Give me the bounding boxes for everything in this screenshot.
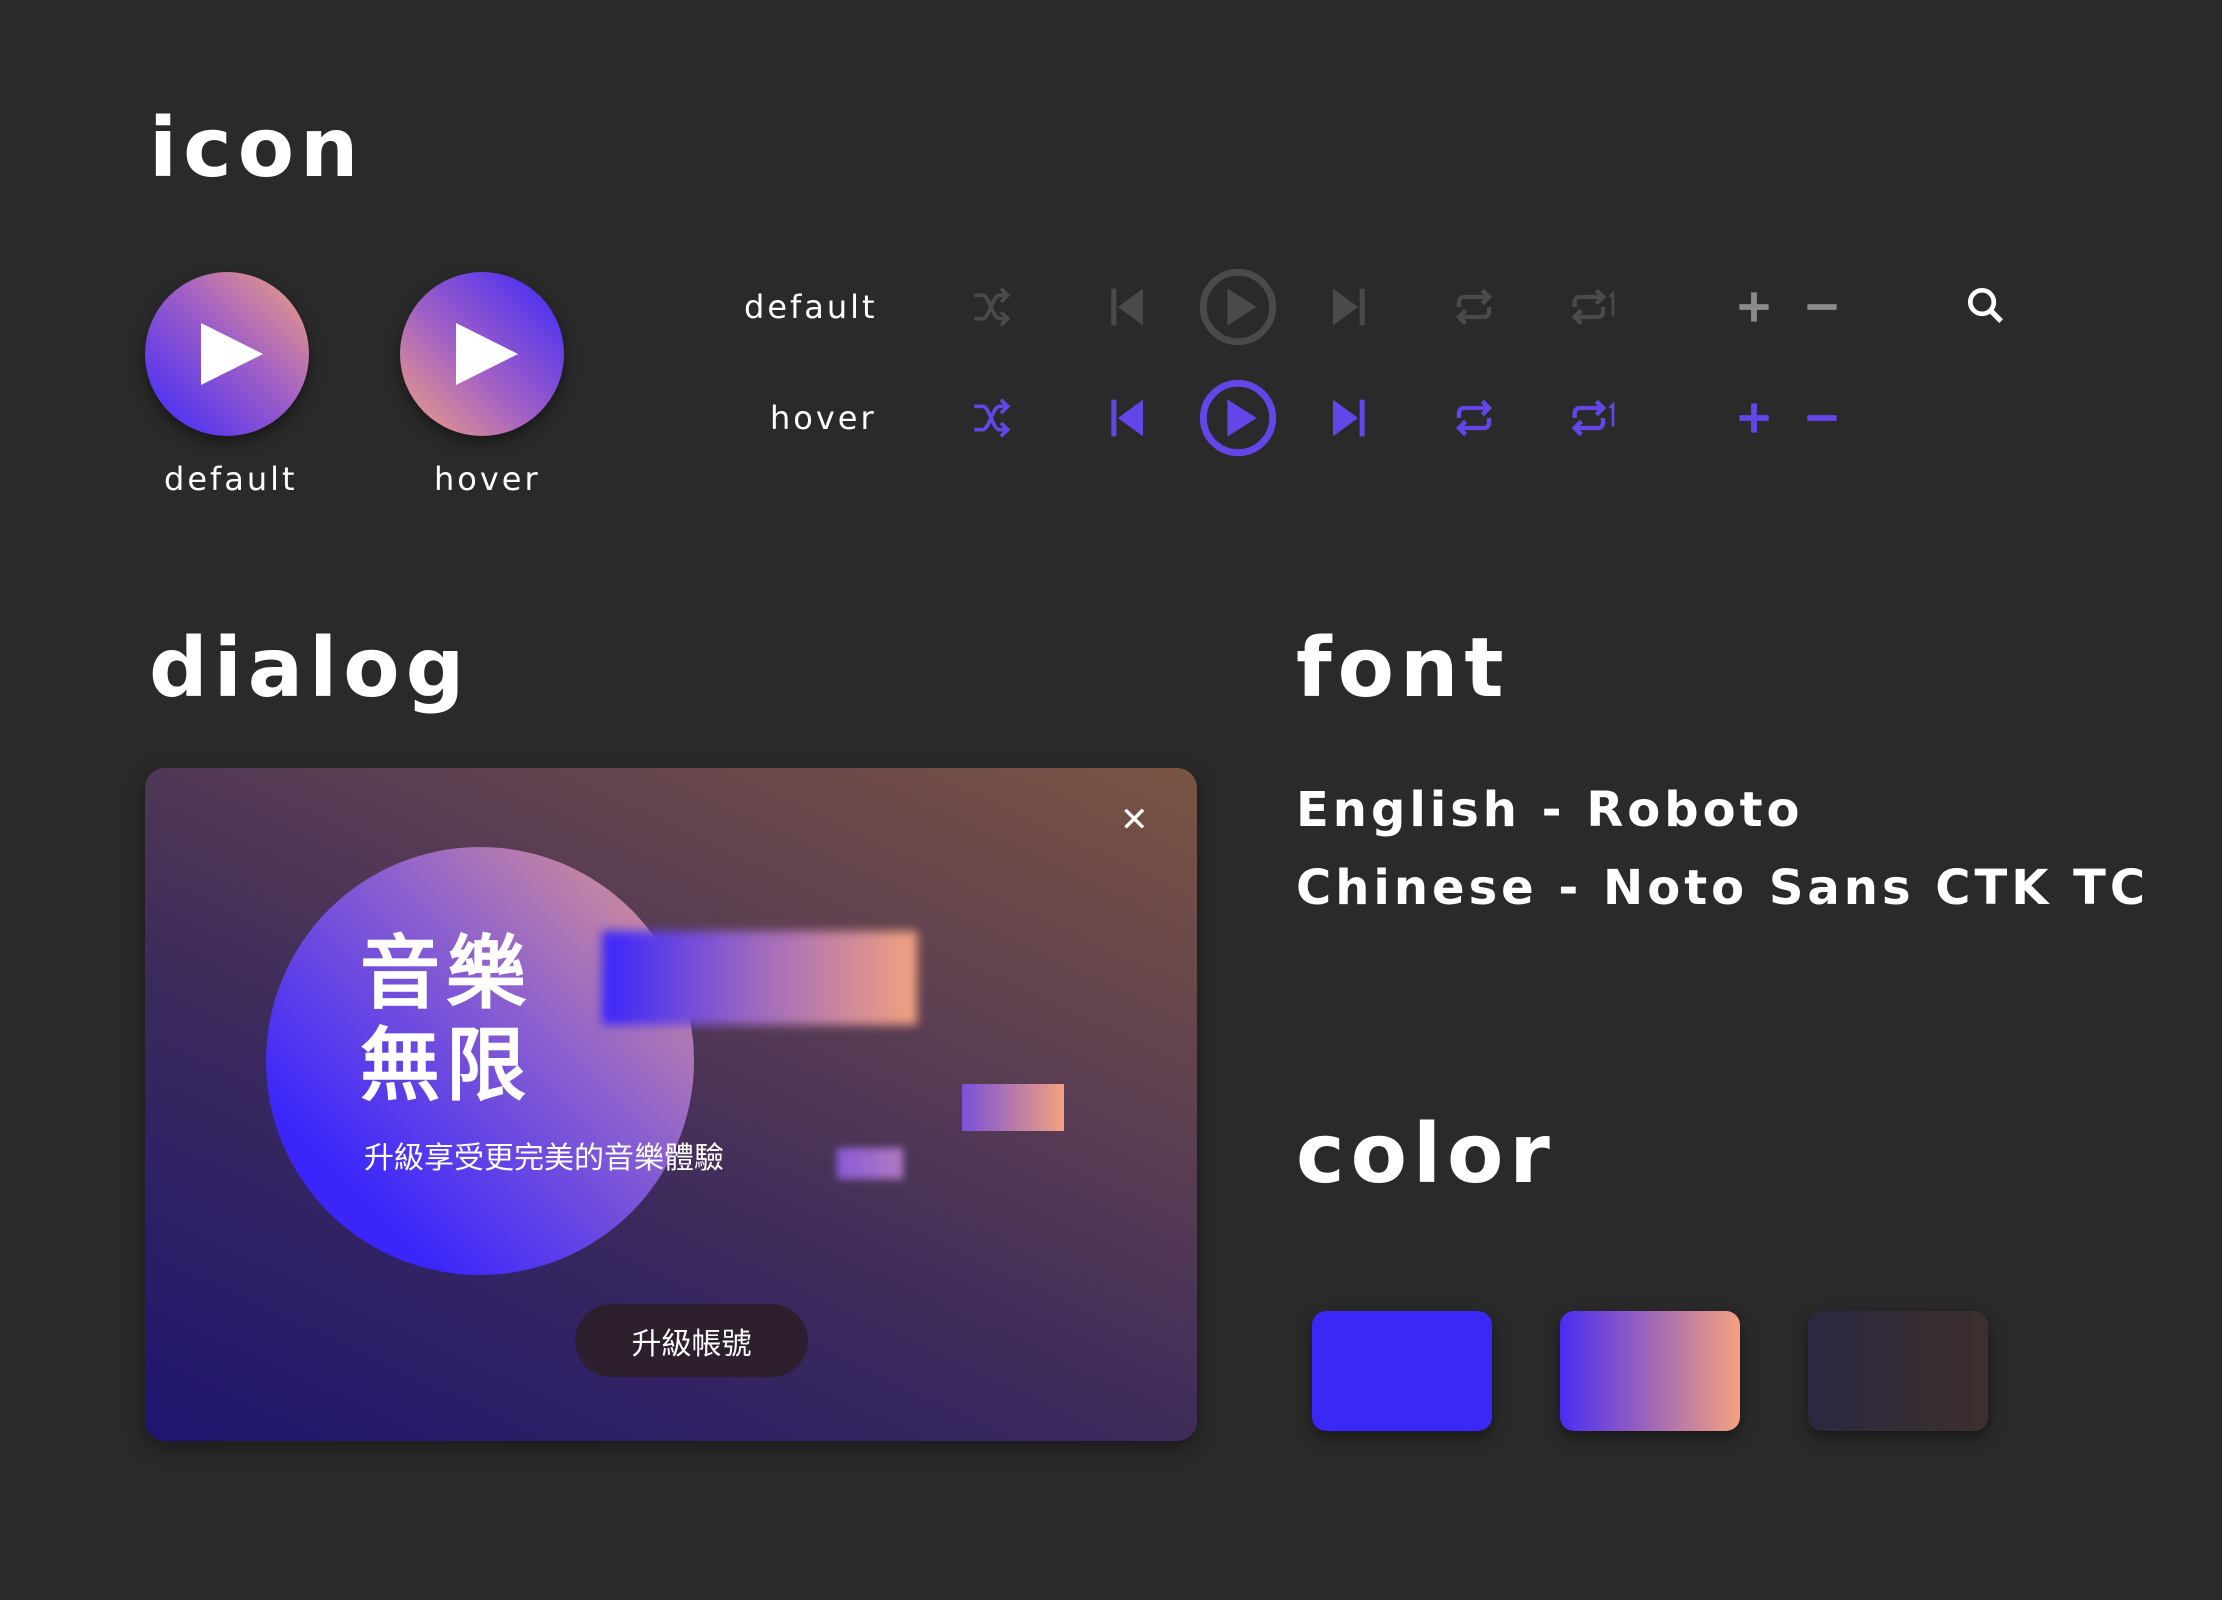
dialog-title: 音樂 無限 [360, 928, 532, 1112]
prev-icon-hover[interactable] [1103, 393, 1153, 443]
repeat1-icon-hover[interactable] [1568, 393, 1618, 443]
icon-row-hover-label: hover [770, 399, 877, 437]
close-icon[interactable]: ✕ [1120, 803, 1149, 837]
plus-icon-hover[interactable] [1732, 396, 1776, 440]
play-icon-hover[interactable] [1198, 378, 1278, 458]
repeat1-icon-default[interactable] [1568, 282, 1618, 332]
dialog-title-line: 無限 [360, 1019, 532, 1112]
minus-icon-hover[interactable] [1800, 396, 1844, 440]
repeat-icon-default[interactable] [1449, 282, 1499, 332]
color-swatch-primary [1312, 1311, 1492, 1431]
next-icon-hover[interactable] [1323, 393, 1373, 443]
upgrade-account-button[interactable]: 升級帳號 [575, 1304, 808, 1377]
plus-icon-default[interactable] [1732, 285, 1776, 329]
font-english: English - Roboto [1296, 782, 1804, 838]
minus-icon-default[interactable] [1800, 285, 1844, 329]
prev-icon-default[interactable] [1103, 282, 1153, 332]
decor-bar [602, 931, 917, 1025]
section-title-icon: icon [149, 101, 365, 196]
play-hover-label: hover [434, 460, 541, 498]
play-default-label: default [164, 460, 298, 498]
icon-row-default-label: default [744, 288, 878, 326]
upgrade-dialog: 音樂 無限 升級享受更完美的音樂體驗 升級帳號 ✕ [145, 768, 1197, 1441]
section-title-color: color [1296, 1107, 1556, 1202]
next-icon-default[interactable] [1323, 282, 1373, 332]
shuffle-icon-hover[interactable] [971, 393, 1021, 443]
repeat-icon-hover[interactable] [1449, 393, 1499, 443]
play-icon-default[interactable] [1198, 267, 1278, 347]
play-button-default[interactable] [145, 272, 309, 436]
play-icon [456, 323, 518, 385]
search-icon[interactable] [1963, 283, 2007, 327]
play-icon [201, 323, 263, 385]
dialog-title-line: 音樂 [360, 927, 532, 1020]
section-title-font: font [1296, 621, 1510, 716]
shuffle-icon-default[interactable] [971, 282, 1021, 332]
decor-bar [837, 1148, 903, 1179]
play-button-hover[interactable] [400, 272, 564, 436]
dialog-subtitle: 升級享受更完美的音樂體驗 [364, 1141, 724, 1176]
section-title-dialog: dialog [149, 621, 471, 716]
font-chinese: Chinese - Noto Sans CTK TC [1296, 860, 2150, 916]
color-swatch-gradient [1560, 1311, 1740, 1431]
color-swatch-dark [1808, 1311, 1988, 1431]
decor-bar [962, 1084, 1064, 1131]
